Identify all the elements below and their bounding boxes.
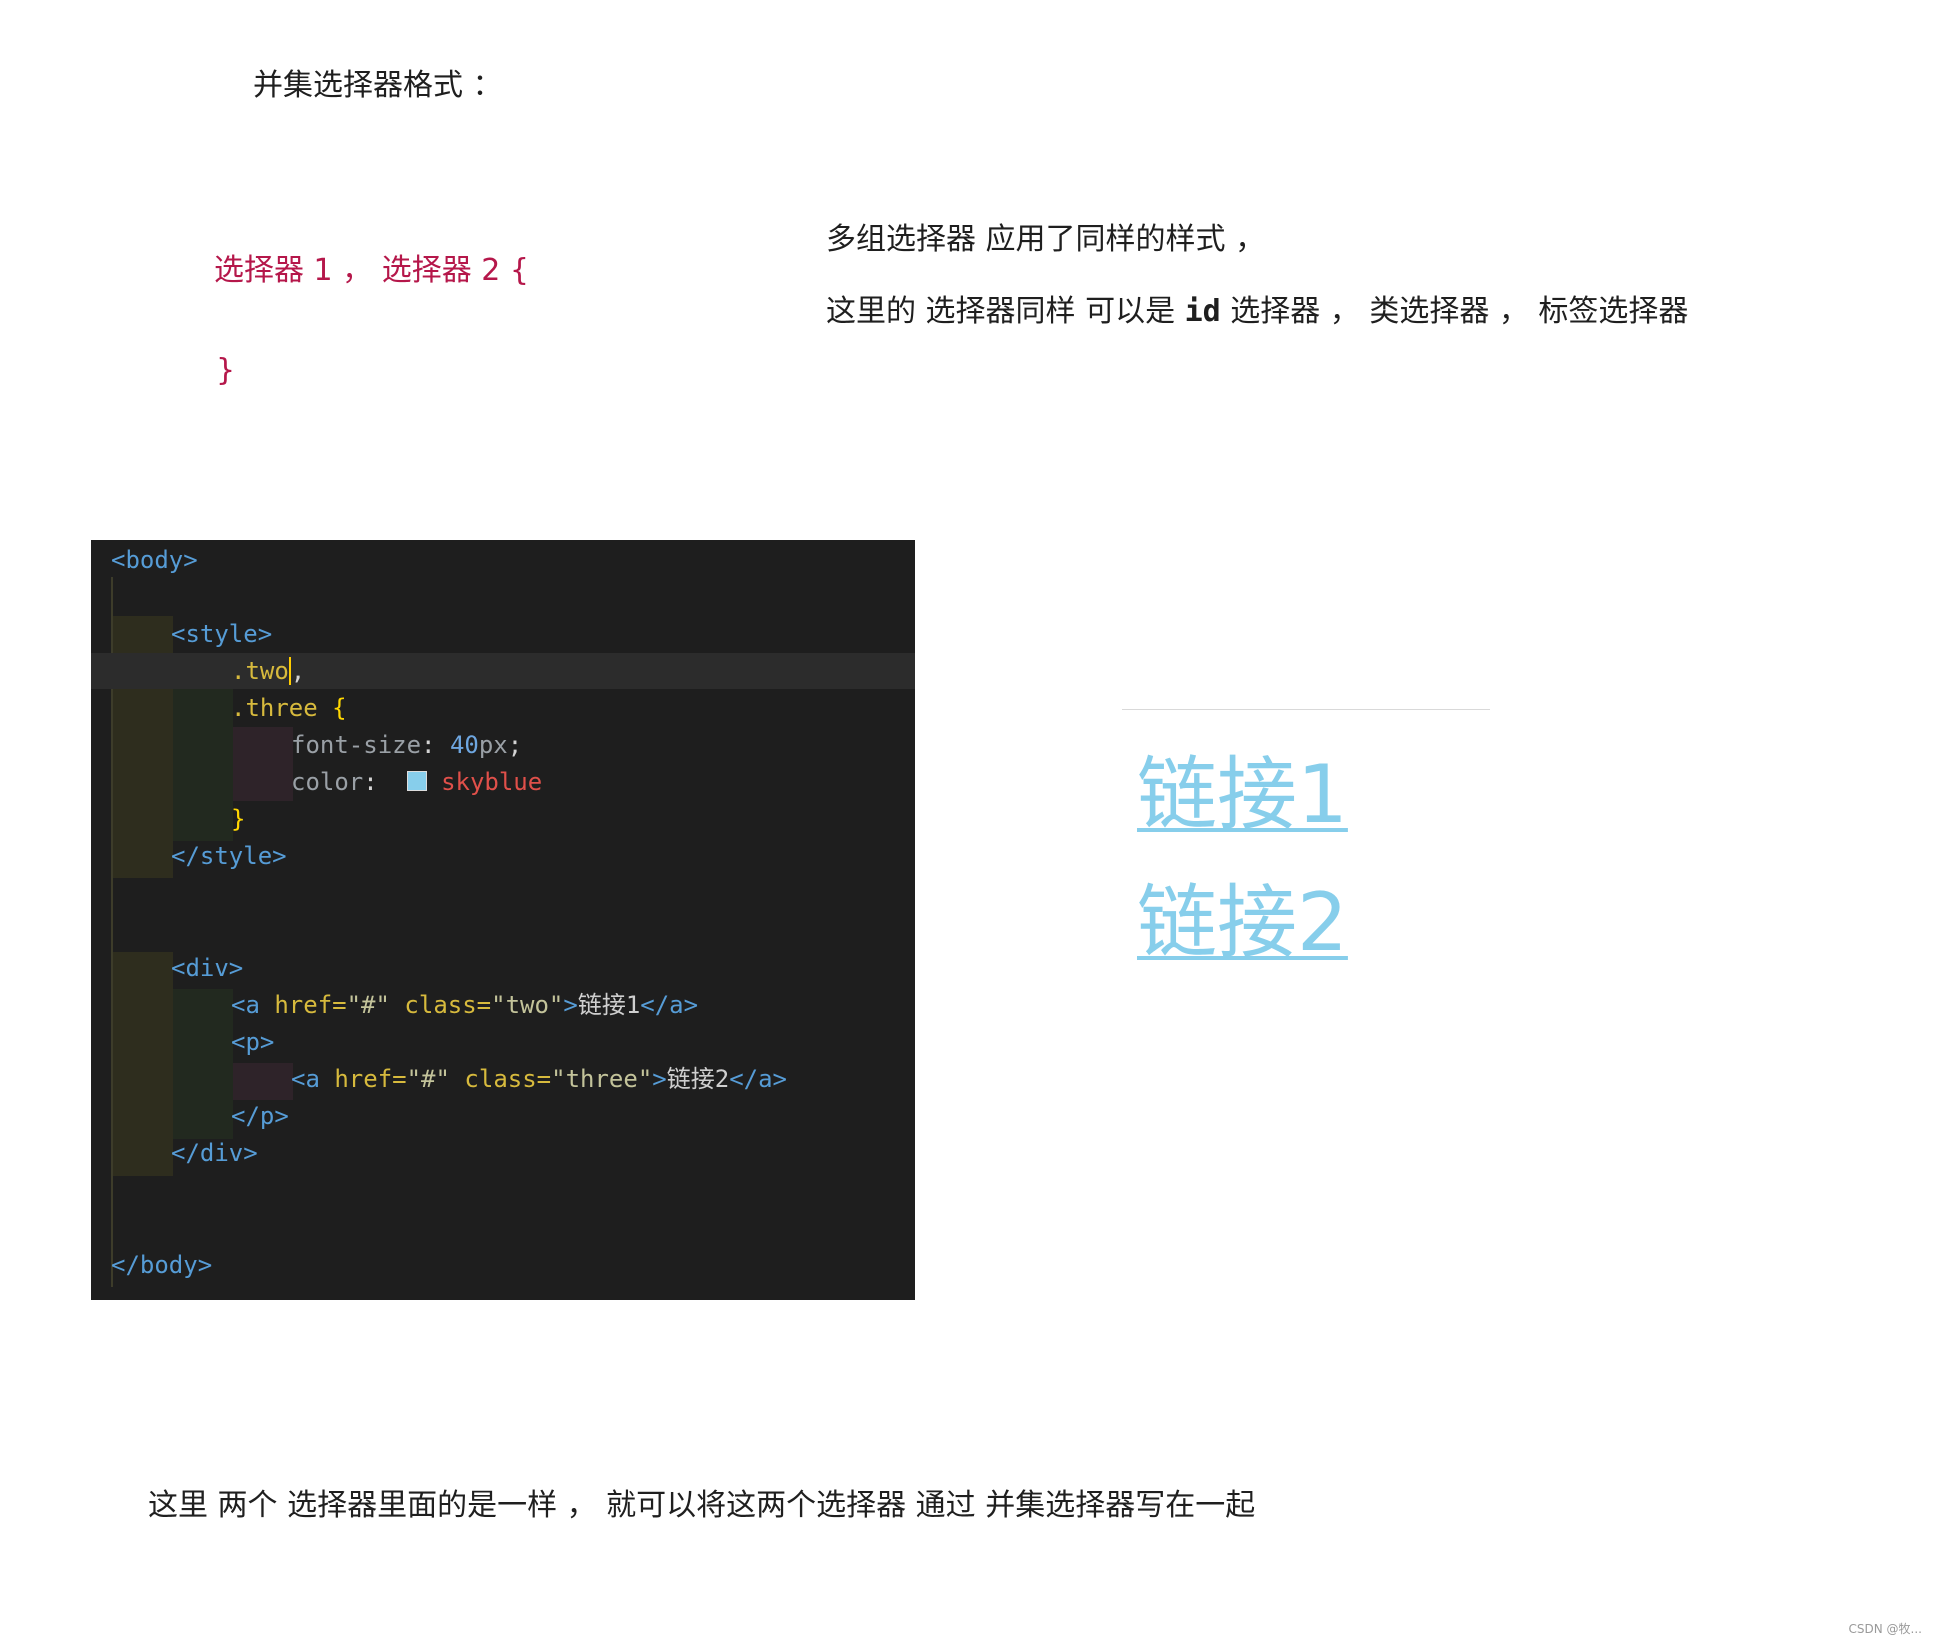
code-line: <div> bbox=[171, 950, 243, 987]
color-swatch[interactable] bbox=[406, 771, 427, 791]
code-token: { bbox=[317, 694, 347, 722]
description-line-2-suffix: 选择器 ， 类选择器 ， 标签选择器 bbox=[1220, 294, 1689, 329]
code-token: 链接2 bbox=[666, 1065, 730, 1093]
code-editor: <body> <style> .two, .three { font-size:… bbox=[91, 540, 915, 1300]
code-token: .two bbox=[231, 657, 289, 685]
indent-band bbox=[233, 1063, 293, 1100]
code-token: </div> bbox=[171, 1139, 258, 1167]
code-token: font-size bbox=[291, 731, 422, 759]
code-token: </body> bbox=[111, 1251, 213, 1279]
code-token: } bbox=[231, 805, 246, 833]
code-token: href= bbox=[259, 991, 347, 1019]
description-line-2-prefix: 这里的 选择器同样 可以是 bbox=[826, 294, 1185, 329]
section-heading: 并集选择器格式 ： bbox=[253, 68, 503, 103]
current-line-highlight bbox=[91, 653, 915, 689]
code-line: </body> bbox=[111, 1247, 212, 1284]
description-id-keyword: id bbox=[1184, 294, 1221, 329]
code-line: color: skyblue bbox=[291, 764, 542, 801]
code-token: color bbox=[291, 768, 364, 796]
indent-band bbox=[173, 989, 233, 1139]
code-token: </style> bbox=[171, 842, 287, 870]
code-line: font-size: 40px; bbox=[291, 727, 522, 764]
code-token: : bbox=[421, 731, 436, 759]
code-line: } bbox=[231, 801, 245, 838]
indent-band bbox=[233, 727, 293, 801]
indent-band bbox=[113, 952, 173, 1176]
code-line: .two, bbox=[231, 653, 305, 690]
code-line: <p> bbox=[231, 1024, 274, 1061]
code-token: </a> bbox=[640, 991, 699, 1019]
code-token: "#" bbox=[346, 991, 390, 1019]
code-line: </p> bbox=[231, 1098, 289, 1135]
description-line-1: 多组选择器 应用了同样的样式 ， bbox=[826, 222, 1266, 257]
code-token: <p> bbox=[231, 1028, 275, 1056]
code-token: class= bbox=[449, 1065, 552, 1093]
code-line: <body> bbox=[111, 542, 198, 579]
code-token: "two" bbox=[491, 991, 564, 1019]
code-token: px bbox=[478, 731, 508, 759]
code-line: .three { bbox=[231, 690, 347, 727]
code-token: skyblue bbox=[441, 768, 543, 796]
code-token: .three bbox=[231, 694, 318, 722]
description-line-2: 这里的 选择器同样 可以是 id 选择器 ， 类选择器 ， 标签选择器 bbox=[826, 286, 1688, 330]
code-token: class= bbox=[389, 991, 492, 1019]
code-token: <a bbox=[231, 991, 260, 1019]
code-token: > bbox=[652, 1065, 667, 1093]
code-line: <a href="#" class="three">链接2</a> bbox=[291, 1061, 787, 1098]
code-token: "three" bbox=[551, 1065, 653, 1093]
code-token: <style> bbox=[171, 620, 273, 648]
code-token: </a> bbox=[729, 1065, 787, 1093]
code-token: </p> bbox=[231, 1102, 289, 1130]
code-token: ; bbox=[507, 731, 523, 759]
code-token: <body> bbox=[111, 546, 198, 574]
code-token: href= bbox=[319, 1065, 407, 1093]
code-token: 40 bbox=[449, 731, 479, 759]
code-token: <a bbox=[291, 1065, 320, 1093]
code-line: <a href="#" class="two">链接1</a> bbox=[231, 987, 698, 1024]
code-token: : bbox=[363, 768, 378, 796]
preview-link-2[interactable]: 链接2 bbox=[1137, 858, 1348, 974]
preview-link-1[interactable]: 链接1 bbox=[1137, 730, 1348, 846]
code-line: </style> bbox=[171, 838, 287, 875]
code-token: "#" bbox=[406, 1065, 450, 1093]
code-line: <style> bbox=[171, 616, 272, 653]
code-token: <div> bbox=[171, 954, 244, 982]
code-line: </div> bbox=[171, 1135, 258, 1172]
syntax-line-2: } bbox=[216, 353, 236, 388]
code-token: 链接1 bbox=[577, 991, 641, 1019]
watermark: CSDN @牧... bbox=[1848, 1622, 1922, 1636]
bottom-note: 这里 两个 选择器里面的是一样 ， 就可以将这两个选择器 通过 并集选择器写在一… bbox=[148, 1488, 1256, 1523]
preview-divider bbox=[1122, 709, 1490, 710]
code-token: , bbox=[290, 657, 306, 685]
code-token: > bbox=[563, 991, 578, 1019]
syntax-line-1: 选择器 1 ， 选择器 2 { bbox=[214, 253, 529, 288]
